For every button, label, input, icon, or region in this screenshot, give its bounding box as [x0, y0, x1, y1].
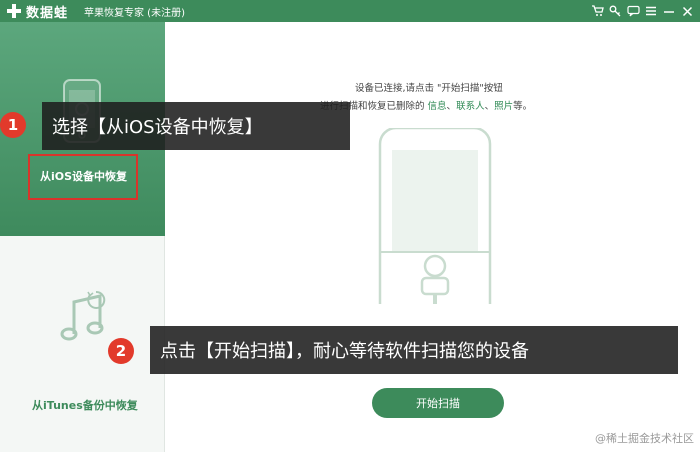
separator: 、	[446, 101, 457, 112]
watermark: @稀土掘金技术社区	[595, 432, 694, 445]
minimize-icon[interactable]	[662, 4, 676, 18]
step2-marker: 2	[108, 338, 134, 364]
scan-hint: 进行扫描和恢复已删除的 信息、联系人、照片等。	[320, 98, 532, 112]
music-note-icon	[60, 290, 106, 341]
step2-banner: 点击【开始扫描】，耐心等待软件扫描您的设备	[150, 326, 678, 374]
sidebar-item-label: 从iTunes备份中恢复	[32, 399, 138, 412]
app-subtitle: 苹果恢复专家 (未注册)	[84, 8, 185, 19]
sidebar: 从iOS设备中恢复 从iTunes备份中恢复	[0, 22, 165, 452]
start-scan-button[interactable]: 开始扫描	[372, 388, 504, 418]
step1-marker: 1	[0, 112, 26, 138]
close-icon[interactable]	[680, 4, 694, 18]
info-link[interactable]: 信息	[428, 101, 447, 112]
chat-icon[interactable]	[626, 4, 640, 18]
title-bar: 数据蛙 苹果恢复专家 (未注册)	[0, 0, 700, 22]
sidebar-item-itunes-recovery[interactable]: 从iTunes备份中恢复	[0, 236, 165, 452]
highlight-box-ios	[28, 154, 138, 200]
menu-icon[interactable]	[644, 4, 658, 18]
contacts-link[interactable]: 联系人	[456, 101, 485, 112]
scan-hint-suffix: 等。	[513, 101, 533, 112]
app-brand: 数据蛙	[26, 6, 69, 21]
cart-icon[interactable]	[590, 4, 604, 18]
plus-logo-icon	[7, 4, 21, 18]
titlebar-controls	[590, 3, 694, 19]
connected-phone-illustration	[378, 128, 492, 304]
photos-link[interactable]: 照片	[494, 101, 513, 112]
key-icon[interactable]	[608, 4, 622, 18]
connection-hint: 设备已连接,请点击 "开始扫描"按钮	[355, 83, 503, 94]
step1-banner: 选择【从iOS设备中恢复】	[42, 102, 350, 150]
separator: 、	[484, 101, 495, 112]
